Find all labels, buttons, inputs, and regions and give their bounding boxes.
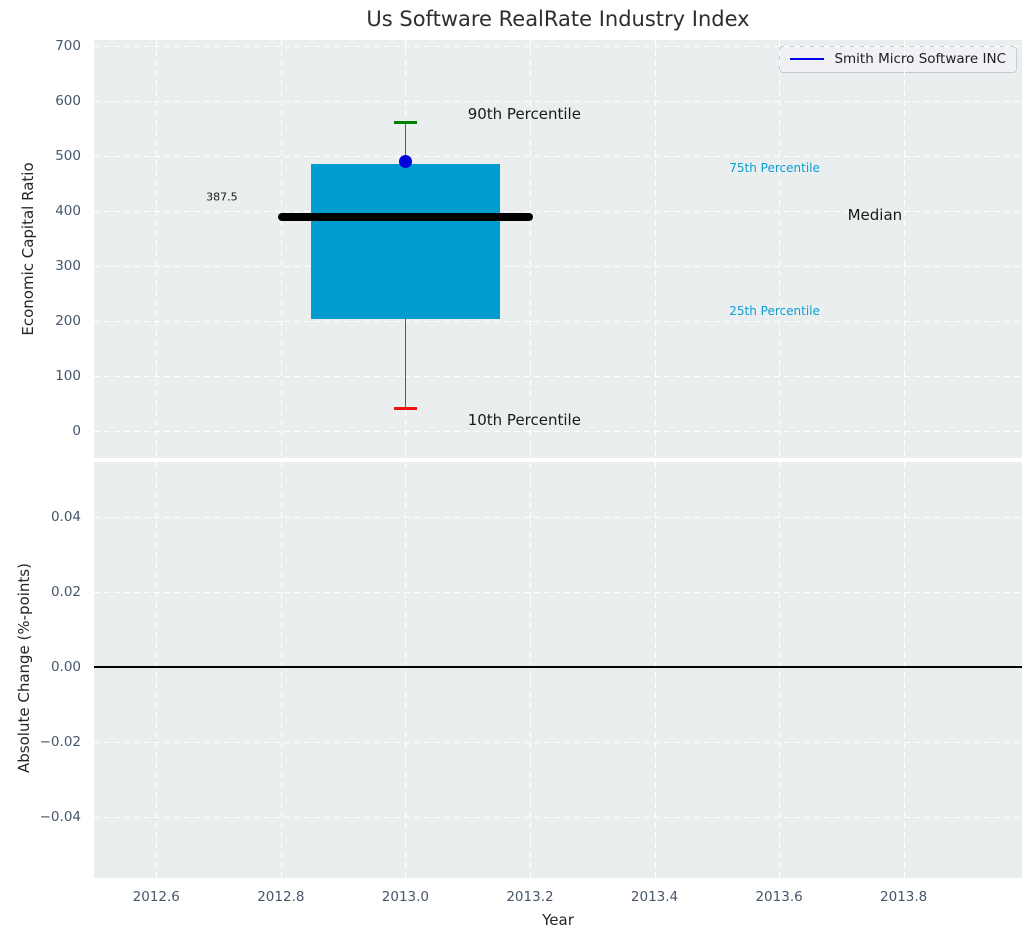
y-tick-label-bottom: 0.04 [0,508,81,526]
y-tick-label-top: 600 [0,92,81,110]
gridline-vertical [779,40,780,458]
gridline-vertical [156,462,157,878]
gridline-vertical [281,462,282,878]
gridline-horizontal [94,266,1022,267]
legend-line-sample [790,58,824,60]
gridline-horizontal [94,321,1022,322]
gridline-horizontal [94,667,1022,668]
gridline-vertical [530,40,531,458]
gridline-horizontal [94,431,1022,432]
annotation-90th-percentile: 90th Percentile [468,105,581,123]
gridline-horizontal [94,742,1022,743]
y-tick-label-top: 100 [0,367,81,385]
bottom-axes [94,462,1022,878]
gridline-vertical [779,462,780,878]
x-tick-label: 2012.8 [257,888,304,906]
gridline-vertical [904,40,905,458]
gridline-horizontal [94,156,1022,157]
x-tick-label: 2012.6 [133,888,180,906]
y-tick-label-bottom: −0.04 [0,808,81,826]
gridline-vertical [530,462,531,878]
gridline-vertical [405,40,406,458]
x-tick-label: 2013.8 [880,888,927,906]
ylabel-economic-capital-ratio: Economic Capital Ratio [19,162,37,335]
gridline-horizontal [94,101,1022,102]
gridline-horizontal [94,592,1022,593]
y-tick-label-top: 300 [0,257,81,275]
whisker-line [405,123,407,409]
chart-title: Us Software RealRate Industry Index [94,7,1022,31]
annotation-75th-percentile: 75th Percentile [729,161,820,175]
gridline-vertical [405,462,406,878]
y-tick-label-bottom: 0.02 [0,583,81,601]
y-tick-label-bottom: 0.00 [0,658,81,676]
gridline-vertical [904,462,905,878]
box-rect [311,164,500,319]
x-tick-label: 2013.6 [755,888,802,906]
x-tick-label: 2013.4 [631,888,678,906]
gridline-horizontal [94,376,1022,377]
x-tick-label: 2013.2 [506,888,553,906]
annotation-10th-percentile: 10th Percentile [468,411,581,429]
zero-line [94,666,1022,668]
y-tick-label-top: 200 [0,312,81,330]
y-tick-label-top: 400 [0,202,81,220]
gridline-vertical [655,40,656,458]
xlabel-year: Year [94,911,1022,929]
legend-label: Smith Micro Software INC [834,51,1006,67]
y-tick-label-top: 500 [0,147,81,165]
y-tick-label-bottom: −0.02 [0,733,81,751]
annotation-387-5: 387.5 [206,191,238,204]
gridline-vertical [655,462,656,878]
top-axes: Smith Micro Software INC 90th Percentile… [94,40,1022,458]
y-tick-label-top: 0 [0,422,81,440]
figure: Us Software RealRate Industry Index Econ… [0,0,1034,942]
y-tick-label-top: 700 [0,37,81,55]
median-line [278,213,533,221]
gridline-horizontal [94,517,1022,518]
company-value-dot [399,155,412,168]
cap-10th-percentile [394,407,417,410]
annotation-median: Median [848,206,903,224]
gridline-horizontal [94,817,1022,818]
gridline-vertical [156,40,157,458]
gridline-vertical [281,40,282,458]
x-tick-label: 2013.0 [382,888,429,906]
annotation-25th-percentile: 25th Percentile [729,304,820,318]
cap-90th-percentile [394,121,417,124]
legend: Smith Micro Software INC [779,46,1017,73]
